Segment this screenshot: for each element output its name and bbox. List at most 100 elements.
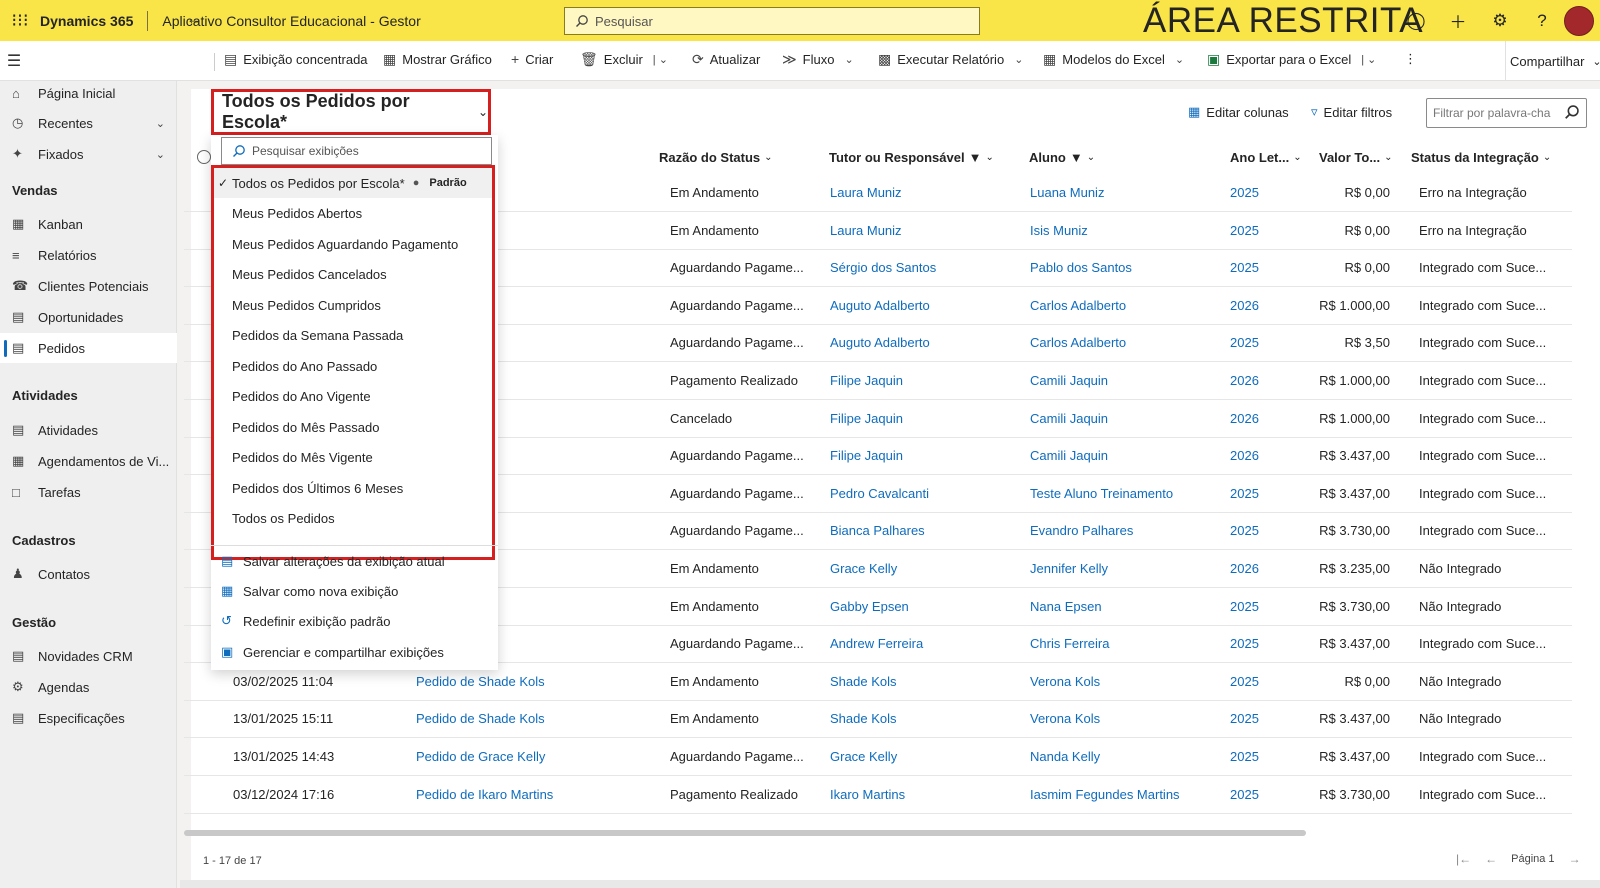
cell-student[interactable]: Nanda Kelly xyxy=(1030,749,1100,764)
focused-view-button[interactable]: ▤ Exibição concentrada xyxy=(224,51,368,68)
cell-order-name[interactable]: Pedido de Grace Kelly xyxy=(416,749,545,764)
cell-student[interactable]: Verona Kols xyxy=(1030,711,1100,726)
cell-student[interactable]: Carlos Adalberto xyxy=(1030,335,1126,350)
sidebar-item-visit-schedules[interactable]: ▦ Agendamentos de Vi... xyxy=(0,446,177,476)
sidebar-item-specs[interactable]: ▤ Especificações xyxy=(0,703,177,733)
delete-button[interactable]: 🗑 Excluir | ⌄ xyxy=(580,51,668,68)
view-option[interactable]: Meus Pedidos Aguardando Pagamento xyxy=(214,229,492,259)
view-search-input[interactable]: Pesquisar exibições xyxy=(221,137,492,165)
cell-student[interactable]: Chris Ferreira xyxy=(1030,636,1109,651)
cell-school-year[interactable]: 2026 xyxy=(1230,373,1259,388)
cell-student[interactable]: Verona Kols xyxy=(1030,674,1100,689)
sidebar-item-contacts[interactable]: ♟ Contatos xyxy=(0,559,177,589)
cell-student[interactable]: Luana Muniz xyxy=(1030,185,1104,200)
cell-school-year[interactable]: 2025 xyxy=(1230,223,1259,238)
cell-order-name[interactable]: Pedido de Ikaro Martins xyxy=(416,787,553,802)
cell-tutor[interactable]: Grace Kelly xyxy=(830,749,897,764)
keyword-filter-input[interactable]: Filtrar por palavra-cha xyxy=(1426,98,1587,128)
view-option[interactable]: Pedidos da Semana Passada xyxy=(214,321,492,351)
column-header-integration-status[interactable]: Status da Integração ⌄ xyxy=(1411,146,1551,168)
cell-student[interactable]: Camili Jaquin xyxy=(1030,448,1108,463)
cell-student[interactable]: Isis Muniz xyxy=(1030,223,1088,238)
view-action[interactable]: ▤ Salvar alterações da exibição atual xyxy=(221,553,445,569)
cell-tutor[interactable]: Shade Kols xyxy=(830,711,897,726)
cell-student[interactable]: Pablo dos Santos xyxy=(1030,260,1132,275)
sidebar-item-leads[interactable]: ☎ Clientes Potenciais xyxy=(0,271,177,301)
cell-tutor[interactable]: Laura Muniz xyxy=(830,185,902,200)
horizontal-scrollbar[interactable] xyxy=(184,830,1306,836)
global-search-input[interactable]: Pesquisar xyxy=(564,7,980,35)
gear-icon[interactable]: ⚙ xyxy=(1479,11,1521,31)
cell-school-year[interactable]: 2026 xyxy=(1230,561,1259,576)
cell-order-name[interactable]: Pedido de Shade Kols xyxy=(416,674,545,689)
more-commands-icon[interactable]: ⋮ xyxy=(1404,51,1417,67)
cell-tutor[interactable]: Andrew Ferreira xyxy=(830,636,923,651)
cell-school-year[interactable]: 2025 xyxy=(1230,335,1259,350)
cell-student[interactable]: Camili Jaquin xyxy=(1030,411,1108,426)
view-action[interactable]: ▣ Gerenciar e compartilhar exibições xyxy=(221,644,444,660)
cell-student[interactable]: Teste Aluno Treinamento xyxy=(1030,486,1173,501)
sidebar-item-activities[interactable]: ▤ Atividades xyxy=(0,415,177,445)
cell-tutor[interactable]: Bianca Palhares xyxy=(830,523,925,538)
cell-tutor[interactable]: Grace Kelly xyxy=(830,561,897,576)
view-option[interactable]: Pedidos do Ano Passado xyxy=(214,351,492,381)
cell-school-year[interactable]: 2025 xyxy=(1230,486,1259,501)
cell-tutor[interactable]: Shade Kols xyxy=(830,674,897,689)
column-header-tutor[interactable]: Tutor ou Responsável ▼ ⌄ xyxy=(829,146,994,168)
sidebar-item-pinned[interactable]: ✦ Fixados ⌄ xyxy=(0,139,177,169)
cell-tutor[interactable]: Pedro Cavalcanti xyxy=(830,486,929,501)
export-chevron-icon[interactable]: | ⌄ xyxy=(1361,53,1376,66)
search-icon[interactable] xyxy=(1564,104,1580,120)
sidebar-item-reports[interactable]: ≡ Relatórios xyxy=(0,240,177,270)
view-option[interactable]: Meus Pedidos Cancelados xyxy=(214,260,492,290)
cell-school-year[interactable]: 2025 xyxy=(1230,523,1259,538)
edit-filters-button[interactable]: ▿ Editar filtros xyxy=(1311,104,1392,120)
next-page-icon[interactable]: → xyxy=(1569,852,1581,866)
cell-student[interactable]: Carlos Adalberto xyxy=(1030,298,1126,313)
view-option[interactable]: Pedidos do Ano Vigente xyxy=(214,382,492,412)
table-row[interactable]: 13/01/2025 15:11 Pedido de Shade Kols Em A… xyxy=(184,701,1572,739)
cell-tutor[interactable]: Laura Muniz xyxy=(830,223,902,238)
back-arrow-icon[interactable]: ← xyxy=(186,9,203,29)
cell-school-year[interactable]: 2026 xyxy=(1230,298,1259,313)
cell-school-year[interactable]: 2025 xyxy=(1230,674,1259,689)
sidebar-item-recent[interactable]: ◷ Recentes ⌄ xyxy=(0,108,177,138)
view-action[interactable]: ↺ Redefinir exibição padrão xyxy=(221,613,390,629)
select-all-radio[interactable] xyxy=(197,150,211,164)
cell-tutor[interactable]: Auguto Adalberto xyxy=(830,298,930,313)
app-launcher-icon[interactable]: ⁝⁝⁝ xyxy=(0,10,40,31)
cell-school-year[interactable]: 2025 xyxy=(1230,787,1259,802)
table-row[interactable]: 13/01/2025 14:43 Pedido de Grace Kelly Agu… xyxy=(184,739,1572,776)
first-page-icon[interactable]: |← xyxy=(1456,852,1471,866)
view-option[interactable]: Meus Pedidos Cumpridos xyxy=(214,290,492,320)
view-selector[interactable]: Todos os Pedidos por Escola* ⌄ xyxy=(211,89,491,135)
view-option[interactable]: Meus Pedidos Abertos xyxy=(214,199,492,229)
cell-student[interactable]: Camili Jaquin xyxy=(1030,373,1108,388)
show-chart-button[interactable]: ▦ Mostrar Gráfico xyxy=(383,51,492,68)
sidebar-item-agendas[interactable]: ⚙ Agendas xyxy=(0,672,177,702)
view-option[interactable]: Pedidos dos Últimos 6 Meses xyxy=(214,473,492,503)
run-report-button[interactable]: ▩ Executar Relatório ⌄ xyxy=(878,51,1023,68)
sidebar-item-home[interactable]: ⌂ Página Inicial xyxy=(0,78,177,108)
view-option[interactable]: Pedidos do Mês Vigente xyxy=(214,443,492,473)
sidebar-item-tasks[interactable]: □ Tarefas xyxy=(0,477,177,507)
cell-tutor[interactable]: Gabby Epsen xyxy=(830,599,909,614)
cell-tutor[interactable]: Ikaro Martins xyxy=(830,787,905,802)
table-row[interactable]: 03/12/2024 17:16 Pedido de Ikaro Martins P… xyxy=(184,777,1572,814)
export-excel-button[interactable]: ▣ Exportar para o Excel | ⌄ xyxy=(1207,51,1376,68)
flow-button[interactable]: ≫ Fluxo ⌄ xyxy=(782,51,854,68)
cell-school-year[interactable]: 2025 xyxy=(1230,636,1259,651)
column-header-status-reason[interactable]: Razão do Status ⌄ xyxy=(659,146,773,168)
lightbulb-icon[interactable]: ◯ xyxy=(1395,11,1437,31)
sidebar-item-opportunities[interactable]: ▤ Oportunidades xyxy=(0,302,177,332)
cell-student[interactable]: Nana Epsen xyxy=(1030,599,1102,614)
user-avatar[interactable] xyxy=(1564,6,1594,36)
cell-school-year[interactable]: 2025 xyxy=(1230,711,1259,726)
view-action[interactable]: ▦ Salvar como nova exibição xyxy=(221,583,398,599)
column-header-school-year[interactable]: Ano Let... ⌄ xyxy=(1230,146,1302,168)
cell-order-name[interactable]: Pedido de Shade Kols xyxy=(416,711,545,726)
cell-student[interactable]: Evandro Palhares xyxy=(1030,523,1133,538)
view-option[interactable]: Pedidos do Mês Passado xyxy=(214,412,492,442)
cell-student[interactable]: Iasmim Fegundes Martins xyxy=(1030,787,1180,802)
plus-icon[interactable]: ＋ xyxy=(1437,8,1479,33)
